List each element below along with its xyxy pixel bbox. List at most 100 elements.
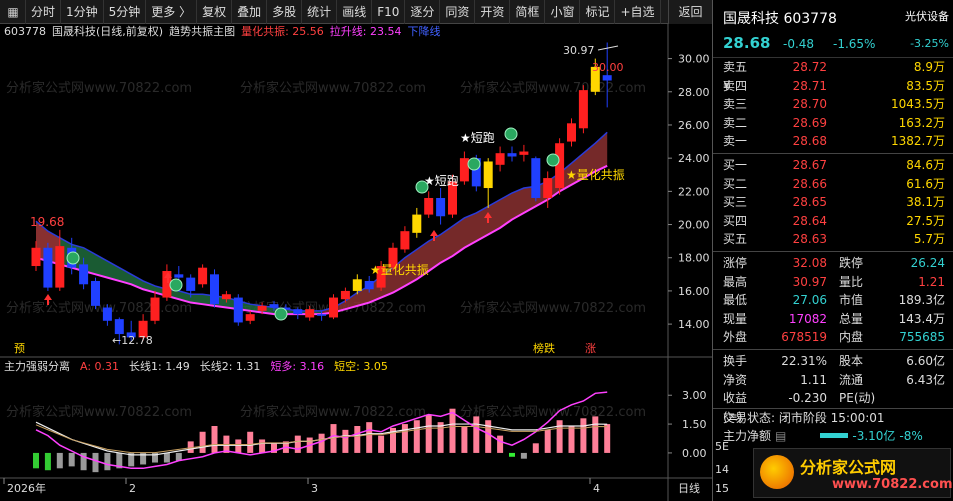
tb-tongji[interactable]: 统计 [302, 0, 338, 24]
candle [412, 207, 422, 238]
tb-fuquan[interactable]: 复权 [197, 0, 233, 24]
stat-row: 收益(≡) -0.230 PE(动) [713, 389, 953, 424]
candle-body [245, 314, 255, 321]
bid-volume: 84.6万 [906, 157, 945, 172]
tb-jiankuang[interactable]: 简框 [510, 0, 546, 24]
stat-value: 1.11 [800, 372, 827, 387]
legend-tail: 下降线 [407, 25, 441, 38]
panel-header: 国晟科技 603778 光伏设备 [713, 0, 953, 34]
candle [43, 242, 53, 291]
tb-fenshi[interactable]: 分时 [26, 0, 62, 24]
tb-biaoji[interactable]: 标记 [580, 0, 616, 24]
sub-legend: 主力强弱分离 A: 0.31 长线1: 1.49 长线2: 1.31 短多: 3… [0, 359, 388, 375]
sub-name[interactable]: 主力强弱分离 [0, 359, 70, 375]
signal-duanpao-1: ★短跑 [460, 131, 495, 145]
tb-tongzi[interactable]: 同资 [440, 0, 476, 24]
watermark-text: 分析家公式网www.70822.com [460, 300, 646, 316]
ask-volume: 83.5万 [906, 78, 945, 93]
sub-bar [92, 452, 99, 473]
candle-body [459, 158, 469, 182]
bid-row[interactable]: 买三 28.65 38.1万 [713, 193, 953, 212]
candle [567, 118, 576, 147]
candle-body [329, 297, 338, 318]
back-button[interactable]: 返回 [668, 0, 712, 24]
stat-key-2: PE(动) [839, 391, 876, 406]
candle [519, 144, 529, 162]
stat-key-2: 总量 [839, 311, 864, 326]
bid-label: 买一 [723, 157, 748, 172]
candle-body [578, 90, 588, 129]
sub-bar [211, 426, 218, 453]
price-change: -0.48 [783, 37, 815, 51]
band-upper-line [35, 131, 608, 312]
tb-1min[interactable]: 1分钟 [61, 0, 104, 24]
bid-row[interactable]: 买四 28.64 27.5万 [713, 212, 953, 231]
sub-bar [509, 452, 515, 457]
bid-row[interactable]: 买五 28.63 5.7万 [713, 230, 953, 249]
tb-kaizi[interactable]: 开资 [475, 0, 511, 24]
sub-bar [604, 424, 611, 453]
ask-row[interactable]: 卖二 28.69 163.2万 [713, 114, 953, 133]
tb-more[interactable]: 更多 〉 [146, 0, 198, 24]
tb-huaxian[interactable]: 画线 [337, 0, 373, 24]
sub-dk: 短空: 3.05 [334, 360, 388, 373]
bid-row[interactable]: 买二 28.66 61.6万 [713, 175, 953, 194]
stat-value-2: 6.60亿 [906, 353, 945, 368]
tb-xiaochuang[interactable]: 小窗 [545, 0, 581, 24]
candle-body [531, 158, 541, 198]
tb-diejia[interactable]: 叠加 [232, 0, 268, 24]
ask-row[interactable]: 卖一 28.68 1382.7万 [713, 132, 953, 151]
ask-label: 卖五 ¥ [723, 60, 748, 93]
candle-body [555, 143, 565, 189]
sub-tick-label: 3.00 [682, 389, 707, 402]
sub-a: A: 0.31 [80, 360, 120, 373]
stat-value-2: 26.24 [910, 255, 945, 270]
candle-body [55, 246, 65, 288]
signal-circle-icon [546, 153, 560, 167]
bid-label: 买二 [723, 176, 748, 191]
ask-price: 28.68 [792, 134, 827, 149]
sub-bar [497, 435, 504, 453]
legend-indicator[interactable]: 趋势共振主图 [169, 24, 235, 40]
stat-key: 最低 [723, 293, 748, 308]
bid-price: 28.64 [792, 213, 827, 228]
ask-volume: 8.9万 [913, 60, 945, 74]
price-tick-label: 14.00 [678, 318, 710, 331]
tb-5min[interactable]: 5分钟 [104, 0, 147, 24]
stat-row: 最低 27.06 市值 189.3亿 [713, 291, 953, 310]
ask-row[interactable]: 卖三 28.70 1043.5万 [713, 95, 953, 114]
stat-value-2: 755685 [899, 330, 945, 345]
grid-menu-icon: ▦ [7, 4, 19, 19]
legend-title: 国晟科技(日线,前复权) [52, 25, 164, 38]
ask-row[interactable]: 卖五 ¥ 28.72 8.9万 [713, 58, 953, 93]
chart-svg[interactable]: 分析家公式网www.70822.com 分析家公式网www.70822.com 分析… [0, 24, 712, 501]
doc-icon[interactable]: ▤ [775, 426, 786, 446]
tb-zixuan[interactable]: +自选 [615, 0, 661, 24]
sub-bar [580, 418, 587, 453]
tb-f10[interactable]: F10 [372, 0, 406, 24]
brand-banner[interactable]: 分析家公式网 www.70822.com [753, 448, 953, 498]
stat-key: 净资 [723, 372, 748, 387]
candle-body [43, 247, 53, 288]
tb-zhufen[interactable]: 逐分 [405, 0, 441, 24]
tb-duogu[interactable]: 多股 [267, 0, 303, 24]
high-marker-2: 30.00 [592, 61, 624, 74]
candle [210, 269, 219, 308]
sector-name[interactable]: 光伏设备 [905, 8, 949, 24]
tb-menu-icon[interactable]: ▦ [0, 0, 26, 24]
stat-key-2: 量比 [839, 274, 864, 289]
ask-row[interactable]: 卖四 28.71 83.5万 [713, 77, 953, 96]
watermark-text: 分析家公式网www.70822.com [240, 80, 426, 96]
candle-body [269, 304, 279, 308]
watermark-text: 分析家公式网www.70822.com [6, 80, 192, 96]
price-tick-label: 16.00 [678, 285, 710, 298]
signal-lianghua-2: ★量化共振 [566, 168, 625, 182]
bid-row[interactable]: 买一 28.67 84.6万 [713, 156, 953, 175]
chart-area[interactable]: 分析家公式网www.70822.com 分析家公式网www.70822.com 分析… [0, 24, 712, 501]
sub-tick-label: 1.50 [682, 418, 707, 431]
sub-bar [354, 426, 361, 453]
candle-body [352, 279, 362, 291]
sub-l1: 长线1: 1.49 [129, 360, 190, 373]
candle [531, 156, 541, 202]
sub-bar [366, 422, 373, 453]
